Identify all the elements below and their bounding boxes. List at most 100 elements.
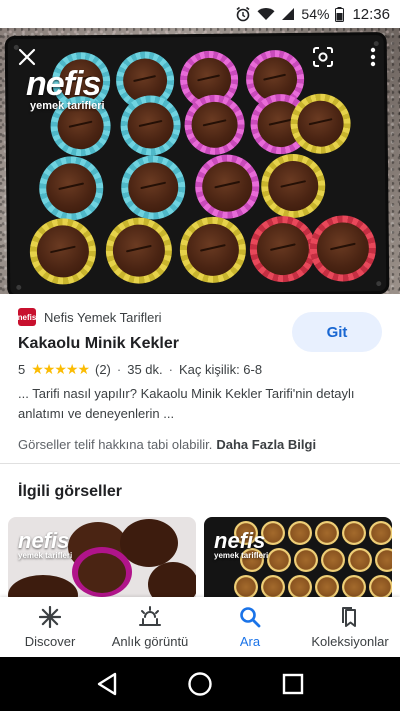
signal-icon	[281, 7, 295, 21]
cupcake-top	[186, 223, 240, 277]
source-name[interactable]: Nefis Yemek Tarifleri	[44, 310, 162, 325]
recipe-meta: 5 ★★★★★ (2) · 35 dk. · Kaç kişilik: 6-8	[18, 361, 262, 378]
rating-stars: ★★★★★	[31, 361, 90, 377]
cupcake-shape	[288, 521, 312, 545]
source-row[interactable]: nefis Nefis Yemek Tarifleri	[18, 308, 162, 326]
nav-label: Koleksiyonlar	[311, 633, 389, 649]
cupcake-top	[45, 163, 97, 214]
system-navigation-bar	[0, 657, 400, 711]
cupcake-top	[201, 161, 253, 212]
status-time: 12:36	[352, 5, 390, 23]
cupcake-shape	[375, 548, 392, 572]
more-vert-icon	[370, 47, 376, 67]
nav-label: Ara	[239, 633, 261, 649]
cupcake-shape	[290, 93, 351, 155]
cupcake-top	[297, 100, 344, 147]
cupcake-top	[267, 160, 319, 212]
cupcake-shape	[249, 215, 317, 283]
cupcake-shape	[179, 216, 247, 284]
visit-button[interactable]: Git	[292, 312, 382, 352]
search-icon	[239, 606, 261, 628]
alarm-icon	[235, 6, 251, 22]
recipe-description: ... Tarifi nasıl yapılır? Kakaolu Minik …	[18, 386, 355, 421]
watermark-logo: nefis yemek tarifleri	[214, 528, 269, 561]
cupcake-shape	[369, 575, 392, 597]
servings: Kaç kişilik: 6-8	[179, 362, 263, 377]
cupcake-shape	[315, 575, 339, 597]
cupcake-shape	[234, 575, 258, 597]
watermark-logo-main: nefis	[214, 528, 266, 553]
snapshot-icon	[138, 605, 162, 628]
battery-icon	[335, 6, 345, 22]
separator-dot: ·	[116, 362, 122, 377]
cupcake-shape	[267, 548, 291, 572]
back-button[interactable]	[91, 668, 123, 700]
recents-button[interactable]	[277, 668, 309, 700]
recents-square-icon	[283, 673, 304, 695]
battery-percent: 54%	[301, 6, 330, 22]
cupcake-shape	[38, 155, 104, 221]
cupcake-shape	[184, 94, 245, 156]
cupcake-shape	[120, 95, 181, 156]
lens-icon	[313, 47, 333, 67]
cupcake-shape	[105, 217, 173, 284]
more-options-button[interactable]	[356, 40, 390, 74]
cupcake-top	[36, 225, 90, 278]
nav-discover[interactable]: Discover	[0, 597, 100, 657]
close-icon	[18, 48, 36, 66]
cupcake-shape	[342, 575, 366, 597]
hero-image[interactable]: nefis yemek tarifleri	[0, 28, 400, 294]
cupcake-top	[191, 101, 238, 149]
cupcake-top	[127, 102, 174, 149]
cupcake-shape	[369, 521, 392, 545]
more-info-link[interactable]: Daha Fazla Bilgi	[216, 437, 316, 452]
close-button[interactable]	[10, 40, 44, 74]
cupcake-top	[127, 162, 179, 213]
review-count: (2)	[95, 362, 111, 377]
source-logo: nefis	[18, 308, 36, 326]
bottom-navigation: Discover Anlık görüntü Ara Koleksiyonlar	[0, 597, 400, 657]
back-triangle-icon	[97, 672, 116, 696]
asterisk-icon	[39, 605, 61, 628]
copyright-notice: Görseller telif hakkına tabi olabilir. Da…	[18, 437, 316, 452]
watermark-logo-main: nefis	[18, 528, 70, 553]
image-info-panel: nefis Nefis Yemek Tarifleri Git Kakaolu …	[0, 294, 400, 462]
watermark-logo-sub: yemek tarifleri	[30, 100, 105, 112]
tray-hole	[376, 281, 382, 287]
cupcake-shape	[120, 155, 186, 220]
nav-label: Discover	[24, 633, 76, 649]
watermark-logo: nefis yemek tarifleri	[26, 67, 105, 112]
cupcake-shape	[288, 575, 312, 597]
cupcake-shape	[348, 548, 372, 572]
section-divider	[0, 463, 400, 464]
cupcake-shape	[321, 548, 345, 572]
cupcake-shape	[194, 154, 260, 220]
watermark-logo-sub: yemek tarifleri	[214, 551, 269, 560]
cupcake-shape	[260, 153, 326, 219]
related-image-thumbnail[interactable]: nefis yemek tarifleri	[8, 517, 196, 597]
cupcake-shape	[29, 218, 97, 285]
separator-dot: ·	[168, 362, 173, 377]
watermark-logo: nefis yemek tarifleri	[18, 528, 73, 561]
tray-hole	[16, 284, 22, 290]
home-button[interactable]	[184, 668, 216, 700]
recipe-title[interactable]: Kakaolu Minik Kekler	[18, 335, 179, 353]
cupcake-shape	[78, 553, 126, 593]
cupcake-shape	[309, 215, 377, 282]
cook-time: 35 dk.	[127, 362, 163, 377]
nav-snapshot[interactable]: Anlık görüntü	[100, 597, 200, 657]
cupcake-top	[256, 222, 310, 276]
nav-search[interactable]: Ara	[200, 597, 300, 657]
cupcake-shape	[294, 548, 318, 572]
cupcake-top	[316, 222, 370, 275]
cupcake-shape	[261, 575, 285, 597]
related-image-thumbnail[interactable]: nefis yemek tarifleri	[204, 517, 392, 597]
copyright-text: Görseller telif hakkına tabi olabilir.	[18, 437, 213, 452]
watermark-logo-sub: yemek tarifleri	[18, 551, 73, 560]
rating-value: 5	[18, 362, 26, 377]
collections-icon	[340, 606, 360, 628]
nav-collections[interactable]: Koleksiyonlar	[300, 597, 400, 657]
lens-button[interactable]	[306, 40, 340, 74]
cupcake-shape	[315, 521, 339, 545]
cupcake-shape	[342, 521, 366, 545]
